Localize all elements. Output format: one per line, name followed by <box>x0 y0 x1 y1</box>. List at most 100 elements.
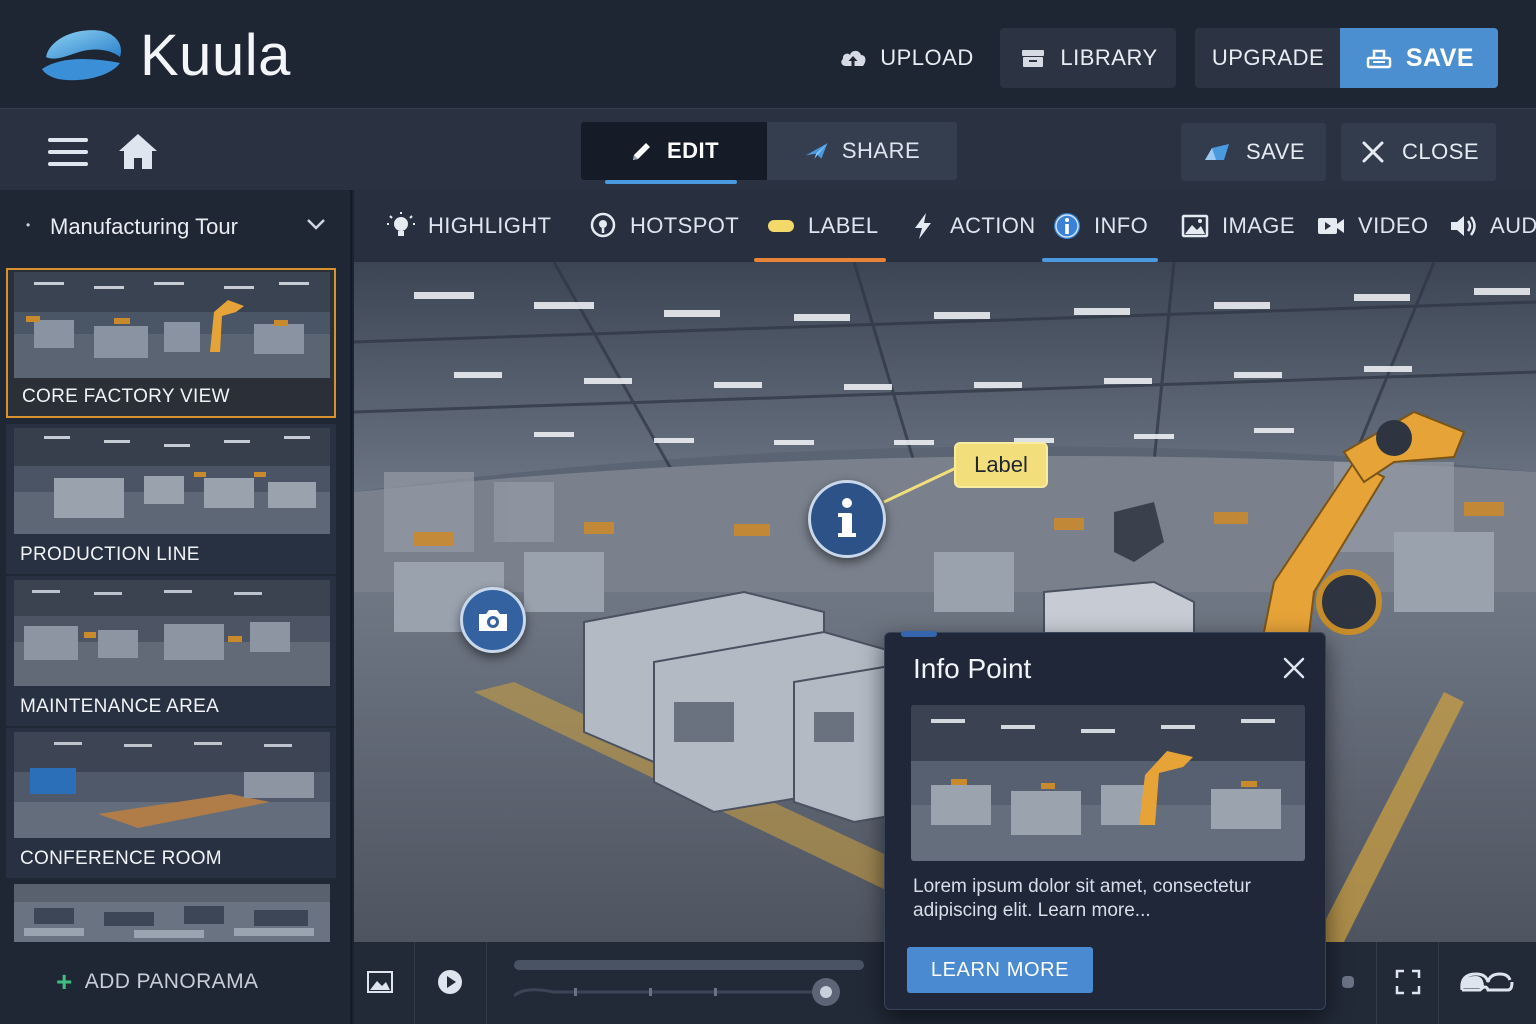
save-label-primary: SAVE <box>1405 43 1475 72</box>
learn-more-button[interactable]: LEARN MORE <box>907 947 1093 993</box>
tour-name: Manufacturing Tour <box>50 214 238 239</box>
hotspot-icon <box>590 212 616 238</box>
share-paper-plane-icon <box>805 143 828 159</box>
timeline-slider[interactable] <box>514 956 864 1006</box>
info-point-popup: Info Point Lorem ipsum dolor sit amet, c… <box>884 631 1326 1010</box>
upload-label: UPLOAD <box>880 45 974 70</box>
panorama-thumbnail <box>14 884 330 942</box>
image-icon <box>1181 214 1209 238</box>
panorama-thumbnail <box>14 428 330 534</box>
audio-icon <box>1451 216 1476 236</box>
chevron-down-icon <box>307 219 325 230</box>
brand-name: Kuula <box>140 23 291 88</box>
tool-label: IMAGE <box>1222 213 1295 238</box>
vr-goggles-icon <box>1460 972 1514 992</box>
tool-label: LABEL <box>808 213 879 238</box>
hamburger-menu-icon[interactable] <box>46 135 90 169</box>
fullscreen-icon <box>1395 969 1421 995</box>
info-hotspot[interactable] <box>808 480 886 558</box>
panorama-thumb-core-factory[interactable]: CORE FACTORY VIEW <box>6 268 336 418</box>
panorama-thumb-production-line[interactable]: PRODUCTION LINE <box>6 424 336 574</box>
panorama-thumb-partial[interactable] <box>14 884 330 942</box>
plus-icon: + <box>56 966 73 997</box>
tour-dropdown[interactable]: • Manufacturing Tour <box>0 190 350 262</box>
lightbulb-icon <box>387 212 415 236</box>
play-button[interactable] <box>426 960 474 1004</box>
fullscreen-button[interactable] <box>1384 960 1432 1004</box>
label-hotspot[interactable]: Label <box>954 442 1048 488</box>
camera-icon <box>479 610 507 631</box>
brand-logo[interactable]: Kuula <box>40 22 291 89</box>
mode-switch: EDIT SHARE <box>581 122 957 184</box>
tool-image[interactable]: IMAGE <box>1180 190 1295 262</box>
tool-label: INFO <box>1094 213 1149 238</box>
tab-edit-label: EDIT <box>666 138 720 163</box>
divider <box>414 942 415 1024</box>
save-tray-icon <box>1366 49 1392 69</box>
panorama-thumb-conference-room[interactable]: CONFERENCE ROOM <box>6 728 336 878</box>
close-label: CLOSE <box>1401 139 1480 164</box>
save-wing-icon <box>1204 144 1229 160</box>
archive-icon <box>1022 50 1045 67</box>
library-button[interactable]: LIBRARY <box>1000 28 1176 88</box>
tool-audio[interactable]: AUDIO <box>1448 190 1536 262</box>
tool-label: HOTSPOT <box>630 213 740 238</box>
tool-label[interactable]: LABEL <box>754 190 886 262</box>
tool-video[interactable]: VIDEO <box>1316 190 1428 262</box>
add-panorama-button[interactable]: + ADD PANORAMA <box>56 968 258 996</box>
close-button[interactable]: CLOSE <box>1341 123 1496 181</box>
panorama-label: MAINTENANCE AREA <box>20 696 220 717</box>
add-panorama-label: ADD PANORAMA <box>84 970 259 993</box>
upload-button[interactable]: UPLOAD <box>826 28 986 88</box>
panorama-thumbnail <box>14 732 330 838</box>
save-label-secondary: SAVE <box>1245 139 1306 164</box>
info-icon <box>1054 213 1080 239</box>
tool-info[interactable]: INFO <box>1042 190 1158 262</box>
dot-icon <box>1342 976 1354 988</box>
library-label: LIBRARY <box>1060 45 1158 70</box>
upgrade-button[interactable]: UPGRADE <box>1195 28 1341 88</box>
tool-action[interactable]: ACTION <box>908 190 1036 262</box>
tool-highlight[interactable]: HIGHLIGHT <box>386 190 551 262</box>
gallery-button[interactable] <box>356 960 404 1004</box>
tool-hotspot[interactable]: HOTSPOT <box>588 190 739 262</box>
save-button-secondary[interactable]: SAVE <box>1181 123 1326 181</box>
save-button-primary[interactable]: SAVE <box>1340 28 1498 88</box>
panorama-label: CONFERENCE ROOM <box>20 848 222 869</box>
panorama-label: PRODUCTION LINE <box>20 544 200 565</box>
tour-dot-icon: • <box>26 218 31 232</box>
pencil-icon <box>632 143 650 160</box>
factory-preview-image <box>911 705 1305 861</box>
play-circle-icon <box>438 970 462 994</box>
close-icon <box>1362 141 1384 163</box>
popup-title: Info Point <box>913 653 1032 684</box>
divider <box>486 942 487 1024</box>
label-icon <box>768 220 794 232</box>
image-icon <box>367 971 393 993</box>
home-icon[interactable] <box>116 131 160 171</box>
image-hotspot[interactable] <box>460 587 526 653</box>
panorama-thumbnail <box>14 272 330 378</box>
info-i-icon <box>838 498 856 537</box>
divider <box>1376 942 1377 1024</box>
record-dot-button[interactable] <box>1324 960 1372 1004</box>
kuula-editor: Kuula UPLOAD LIBRARY UPGRADE SAVE EDIT S… <box>0 0 1536 1024</box>
close-icon[interactable] <box>1281 655 1307 681</box>
tab-share[interactable]: SHARE <box>767 122 957 180</box>
popup-body: Lorem ipsum dolor sit amet, consectetur … <box>913 876 1251 921</box>
editor-toolbar: EDIT SHARE SAVE CLOSE <box>0 108 1536 190</box>
lightning-icon <box>915 213 931 239</box>
tab-edit[interactable]: EDIT <box>581 122 767 184</box>
panorama-label: CORE FACTORY VIEW <box>22 386 230 407</box>
tab-share-label: SHARE <box>841 138 921 163</box>
tool-label: ACTION <box>950 213 1036 238</box>
panorama-sidebar: • Manufacturing Tour CORE FACTORY VIEW P… <box>0 190 352 1024</box>
popup-accent <box>901 631 937 637</box>
popup-image <box>911 705 1305 861</box>
upgrade-label: UPGRADE <box>1211 45 1325 70</box>
video-icon <box>1318 218 1344 234</box>
divider <box>1438 942 1439 1024</box>
tool-label: HIGHLIGHT <box>428 213 552 238</box>
vr-toggle-button[interactable] <box>1450 960 1522 1004</box>
panorama-thumb-maintenance-area[interactable]: MAINTENANCE AREA <box>6 576 336 726</box>
